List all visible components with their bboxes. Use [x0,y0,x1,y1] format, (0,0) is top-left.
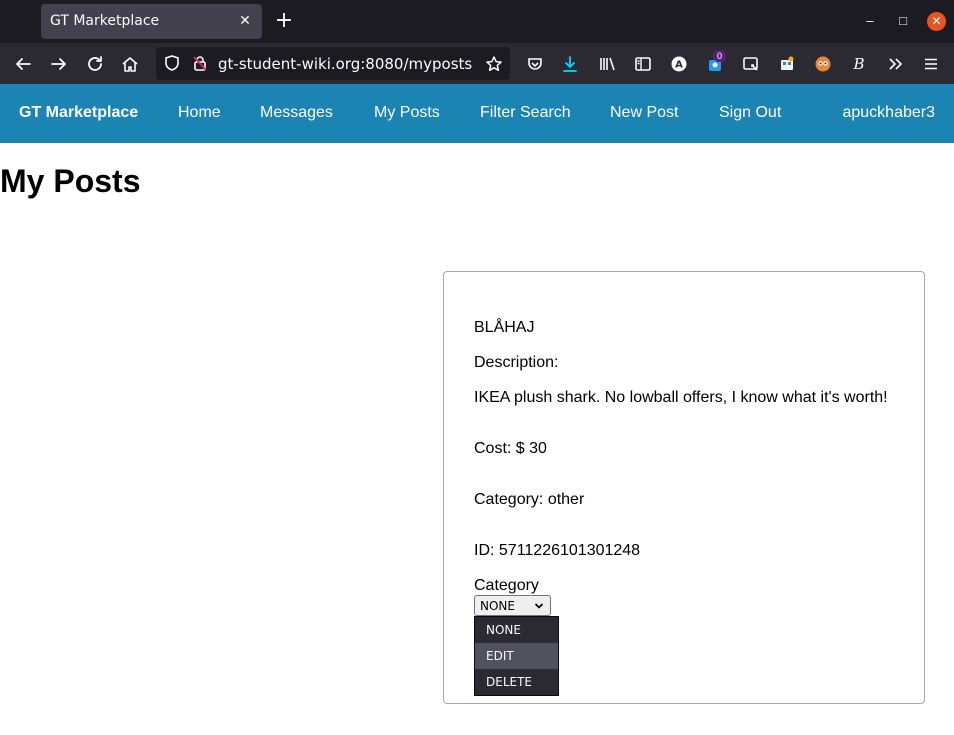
browser-tab[interactable]: GT Marketplace ✕ [41,4,262,39]
window-close-button[interactable]: ✕ [927,12,946,31]
back-icon[interactable] [11,52,35,76]
post-category: Category: other [474,491,585,508]
site-brand-link[interactable]: GT Marketplace [19,104,138,122]
pocket-icon[interactable] [523,52,547,76]
extension-icon[interactable] [775,52,799,76]
nav-link-new-post[interactable]: New Post [610,104,678,122]
screenshot-icon[interactable] [739,52,763,76]
select-option-edit[interactable]: EDIT [475,643,558,669]
reload-icon[interactable] [83,52,107,76]
nav-username-link[interactable]: apuckhaber3 [842,104,935,122]
shield-icon[interactable] [160,51,184,75]
post-cost: Cost: $ 30 [474,440,547,457]
extension-icon[interactable]: B [847,52,871,76]
browser-toolbar: gt-student-wiki.org:8080/myposts A 0 B [0,43,954,84]
insecure-lock-icon[interactable] [188,51,212,75]
svg-text:A: A [675,60,683,71]
menu-icon[interactable] [919,52,943,76]
nav-link-filter-search[interactable]: Filter Search [480,104,571,122]
chevron-down-icon [534,603,544,609]
action-select-dropdown: NONE EDIT DELETE [474,616,559,696]
action-select-value: NONE [480,599,515,613]
select-option-none[interactable]: NONE [475,617,558,643]
maximize-button[interactable]: □ [893,11,913,31]
download-icon[interactable] [558,52,582,76]
new-tab-button[interactable]: + [273,10,295,33]
svg-text:B: B [852,55,864,73]
library-icon[interactable] [595,52,619,76]
post-card: BLÅHAJ Description: IKEA plush shark. No… [443,271,925,704]
action-select[interactable]: NONE [474,595,551,616]
action-select-label: Category [474,577,539,594]
post-description: IKEA plush shark. No lowball offers, I k… [474,389,888,406]
tab-title: GT Marketplace [50,13,160,29]
post-name: BLÅHAJ [474,319,535,336]
account-icon[interactable]: A [667,52,691,76]
site-navbar: GT Marketplace Home Messages My Posts Fi… [0,84,954,143]
url-bar[interactable]: gt-student-wiki.org:8080/myposts [156,47,510,80]
forward-icon[interactable] [47,52,71,76]
extension-badge: 0 [713,50,726,62]
post-id: ID: 5711226101301248 [474,542,641,559]
browser-tab-bar: GT Marketplace ✕ + – □ ✕ [0,0,954,43]
tab-close-icon[interactable]: ✕ [235,10,255,30]
bookmark-star-icon[interactable] [482,52,506,76]
sidebar-icon[interactable] [631,52,655,76]
url-text: gt-student-wiki.org:8080/myposts [218,55,473,73]
page-title: My Posts [0,163,141,199]
nav-link-sign-out[interactable]: Sign Out [719,104,781,122]
nav-link-messages[interactable]: Messages [260,104,333,122]
nav-link-home[interactable]: Home [178,104,221,122]
extension-icon[interactable] [811,52,835,76]
post-description-label: Description: [474,354,559,371]
minimize-button[interactable]: – [860,11,880,31]
home-icon[interactable] [118,52,142,76]
select-option-delete[interactable]: DELETE [475,669,558,695]
more-tools-icon[interactable] [883,52,907,76]
nav-link-my-posts[interactable]: My Posts [374,104,440,122]
